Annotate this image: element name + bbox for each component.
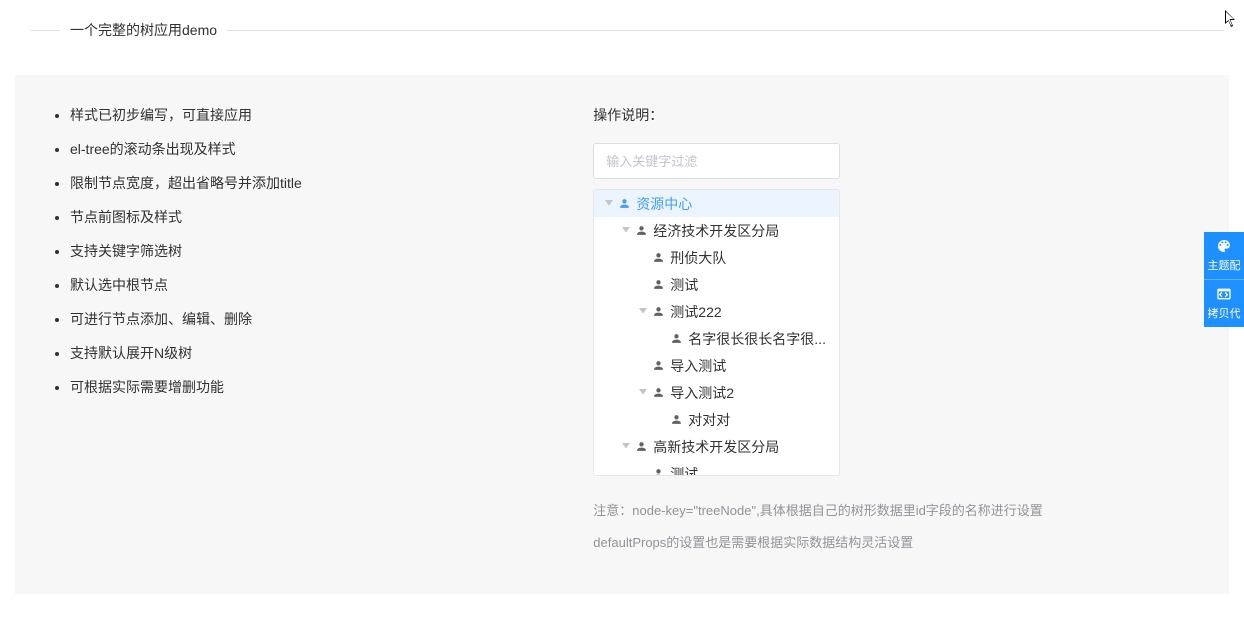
palette-icon [1216, 238, 1232, 254]
feature-item: el-tree的滚动条出现及样式 [70, 139, 563, 159]
tree-node[interactable]: 测试 [594, 271, 839, 298]
copy-code-tab[interactable]: 拷贝代 [1204, 280, 1244, 327]
feature-item: 支持关键字筛选树 [70, 241, 563, 261]
user-icon [651, 467, 665, 477]
note-line: defaultProps的设置也是需要根据实际数据结构灵活设置 [593, 533, 1209, 553]
chevron-down-icon[interactable] [638, 307, 648, 317]
divider-line [30, 30, 60, 31]
tree-node-label: 经济技术开发区分局 [653, 221, 779, 241]
tree-node[interactable]: 刑侦大队 [594, 244, 839, 271]
user-icon [634, 224, 648, 238]
user-icon [651, 359, 665, 373]
theme-config-tab[interactable]: 主题配 [1204, 232, 1244, 280]
user-icon [669, 413, 683, 427]
feature-item: 可根据实际需要增删功能 [70, 377, 563, 397]
note-line: 注意：node-key="treeNode",具体根据自己的树形数据里id字段的… [593, 501, 1209, 521]
user-icon [651, 386, 665, 400]
chevron-down-icon[interactable] [621, 226, 631, 236]
chevron-down-icon[interactable] [621, 442, 631, 452]
chevron-down-icon[interactable] [604, 199, 614, 209]
code-icon [1216, 286, 1232, 302]
side-tabs: 主题配 拷贝代 [1204, 232, 1244, 327]
section-divider: 一个完整的树应用demo [30, 10, 1224, 40]
feature-item: 限制节点宽度，超出省略号并添加title [70, 173, 563, 193]
user-icon [651, 278, 665, 292]
feature-item: 可进行节点添加、编辑、删除 [70, 309, 563, 329]
tree-filter-input[interactable] [593, 143, 840, 179]
tree-node[interactable]: 对对对 [594, 406, 839, 433]
tree-node-label: 高新技术开发区分局 [653, 437, 779, 457]
divider-line [227, 30, 1224, 31]
tree-node[interactable]: 名字很长很长名字很... [594, 325, 839, 352]
tree-node-label: 对对对 [688, 410, 730, 430]
user-icon [617, 197, 631, 211]
user-icon [634, 440, 648, 454]
mouse-cursor [1225, 10, 1239, 28]
user-icon [669, 332, 683, 346]
feature-item: 默认选中根节点 [70, 275, 563, 295]
tree-node-label: 测试222 [670, 302, 721, 322]
tree-node-label: 导入测试2 [670, 383, 734, 403]
feature-column: 样式已初步编写，可直接应用 el-tree的滚动条出现及样式 限制节点宽度，超出… [35, 105, 563, 564]
notes-section: 注意：node-key="treeNode",具体根据自己的树形数据里id字段的… [593, 501, 1209, 552]
tree-container[interactable]: 资源中心经济技术开发区分局刑侦大队测试测试222名字很长很长名字很...导入测试… [593, 189, 840, 476]
content-panel: 样式已初步编写，可直接应用 el-tree的滚动条出现及样式 限制节点宽度，超出… [15, 75, 1229, 594]
feature-item: 支持默认展开N级树 [70, 343, 563, 363]
tree-node-label: 导入测试 [670, 356, 726, 376]
tree-node[interactable]: 资源中心 [594, 190, 839, 217]
feature-item: 样式已初步编写，可直接应用 [70, 105, 563, 125]
tree-node[interactable]: 高新技术开发区分局 [594, 433, 839, 460]
tree-node-label: 资源中心 [636, 194, 692, 214]
operation-title: 操作说明： [593, 105, 1209, 125]
user-icon [651, 305, 665, 319]
copy-tab-label: 拷贝代 [1206, 305, 1242, 321]
user-icon [651, 251, 665, 265]
divider-title: 一个完整的树应用demo [60, 20, 227, 40]
tree-node-label: 刑侦大队 [670, 248, 726, 268]
tree-node-label: 测试 [670, 464, 698, 477]
tree-node[interactable]: 测试 [594, 460, 839, 476]
tree-node[interactable]: 经济技术开发区分局 [594, 217, 839, 244]
feature-item: 节点前图标及样式 [70, 207, 563, 227]
chevron-down-icon[interactable] [638, 388, 648, 398]
feature-list: 样式已初步编写，可直接应用 el-tree的滚动条出现及样式 限制节点宽度，超出… [50, 105, 563, 397]
tree-node[interactable]: 导入测试2 [594, 379, 839, 406]
tree-node[interactable]: 导入测试 [594, 352, 839, 379]
tree-node-label: 名字很长很长名字很... [688, 329, 826, 349]
tree-node-label: 测试 [670, 275, 698, 295]
tree-node[interactable]: 测试222 [594, 298, 839, 325]
theme-tab-label: 主题配 [1206, 257, 1242, 273]
tree-column: 操作说明： 资源中心经济技术开发区分局刑侦大队测试测试222名字很长很长名字很.… [593, 105, 1209, 564]
